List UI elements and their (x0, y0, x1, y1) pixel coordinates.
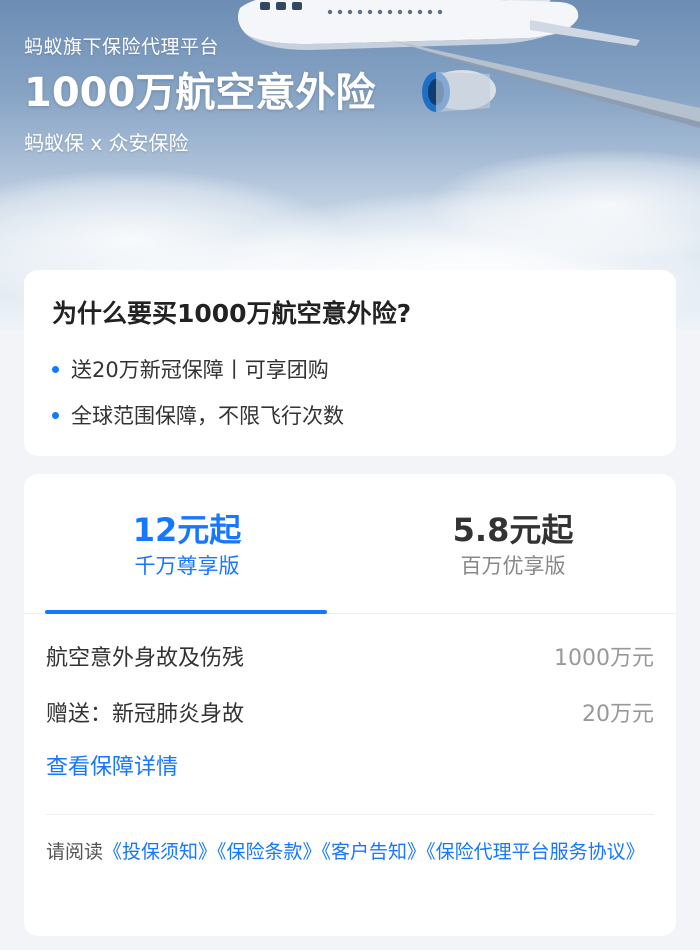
agreement-notice: 请阅读《投保须知》《保险条款》《客户告知》《保险代理平台服务协议》 (46, 837, 654, 867)
agreement-prefix: 请阅读 (46, 841, 104, 863)
coverage-row: 赠送：新冠肺炎身故 20万元 (46, 684, 654, 740)
why-buy-title: 为什么要买1000万航空意外险? (52, 299, 412, 328)
coverage-amount: 20万元 (582, 702, 654, 727)
coverage-amount: 1000万元 (554, 646, 654, 671)
coverage-name: 航空意外身故及伤残 (46, 646, 245, 671)
why-buy-card: 为什么要买1000万航空意外险? 送20万新冠保障丨可享团购 全球范围保障，不限… (24, 270, 676, 456)
plan-tabs: 12元起 千万尊享版 5.8元起 百万优享版 (24, 474, 676, 614)
bullet-dot-icon (52, 411, 59, 419)
agency-service-agreement-link[interactable]: 《保险代理平台服务协议》 (426, 841, 645, 863)
list-item: 全球范围保障，不限飞行次数 (52, 392, 648, 438)
coverage-name: 赠送：新冠肺炎身故 (46, 702, 245, 727)
tab-standard-plan[interactable]: 5.8元起 百万优享版 (350, 474, 676, 613)
coverage-section: 航空意外身故及伤残 1000万元 赠送：新冠肺炎身故 20万元 查看保障详情 请… (24, 628, 676, 867)
view-coverage-details-link[interactable]: 查看保障详情 (46, 748, 654, 788)
insurance-notice-link[interactable]: 《投保须知》 (103, 841, 217, 863)
tab-price: 12元起 (132, 511, 242, 549)
list-item-text: 全球范围保障，不限飞行次数 (71, 404, 344, 428)
hero-text: 蚂蚁旗下保险代理平台 1000万航空意外险 蚂蚁保 x 众安保险 (24, 34, 375, 158)
partner-line: 蚂蚁保 x 众安保险 (24, 131, 189, 155)
active-tab-indicator (45, 610, 327, 614)
page: 蚂蚁旗下保险代理平台 1000万航空意外险 蚂蚁保 x 众安保险 为什么要买10… (0, 0, 700, 950)
tab-label: 百万优享版 (460, 554, 566, 578)
divider (46, 814, 654, 815)
list-item-text: 送20万新冠保障丨可享团购 (71, 358, 329, 382)
bullet-dot-icon (52, 365, 59, 373)
customer-notice-link[interactable]: 《客户告知》 (322, 841, 427, 863)
product-title: 1000万航空意外险 (24, 70, 376, 116)
plan-card: 12元起 千万尊享版 5.8元起 百万优享版 航空意外身故及伤残 1000万元 … (24, 474, 676, 936)
coverage-row: 航空意外身故及伤残 1000万元 (46, 628, 654, 684)
policy-terms-link[interactable]: 《保险条款》 (217, 841, 322, 863)
why-buy-list: 送20万新冠保障丨可享团购 全球范围保障，不限飞行次数 (52, 346, 648, 438)
list-item: 送20万新冠保障丨可享团购 (52, 346, 648, 392)
platform-subtitle: 蚂蚁旗下保险代理平台 (24, 36, 220, 58)
tab-premium-plan[interactable]: 12元起 千万尊享版 (24, 474, 350, 614)
tab-price: 5.8元起 (452, 511, 574, 549)
tab-label: 千万尊享版 (134, 554, 240, 578)
